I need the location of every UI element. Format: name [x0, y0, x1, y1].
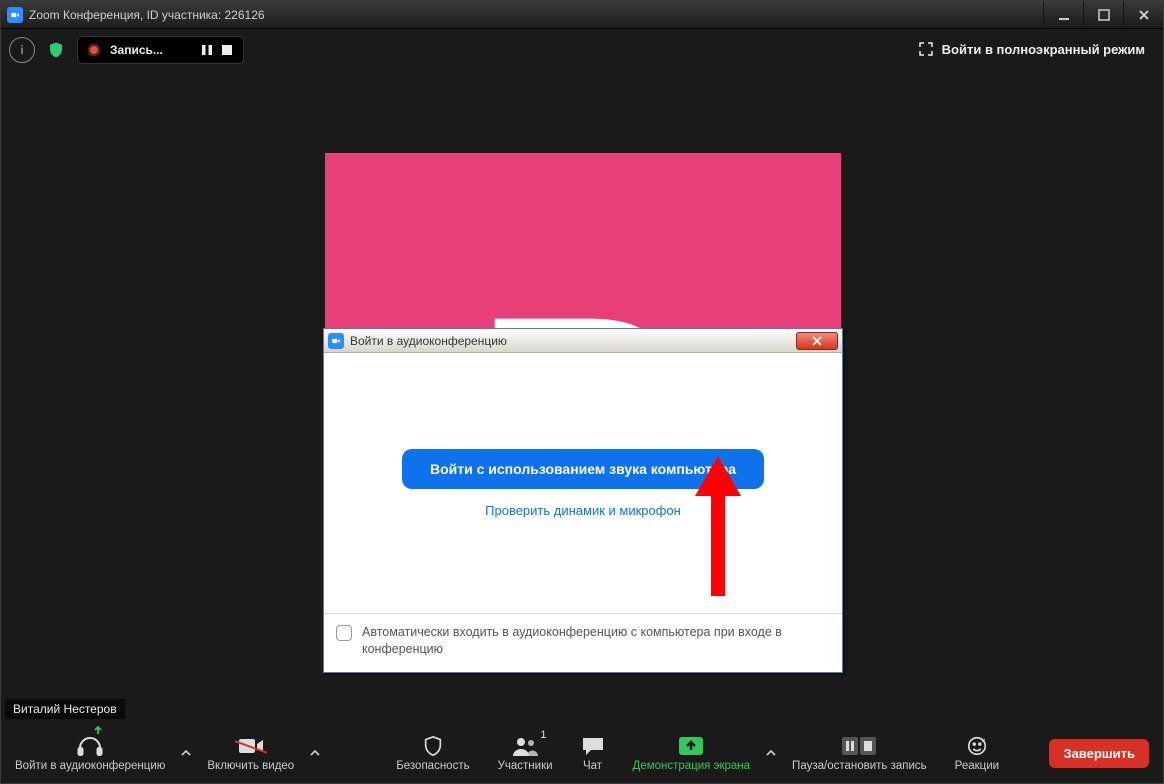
video-menu-caret[interactable] — [308, 748, 322, 758]
meeting-info-button[interactable]: i — [9, 37, 35, 63]
meeting-topbar: i Запись... Войти в полноэкранный режим — [1, 29, 1163, 71]
reactions-label: Реакции — [955, 760, 999, 772]
share-screen-icon — [678, 735, 704, 757]
end-meeting-button[interactable]: Завершить — [1049, 739, 1149, 768]
fullscreen-label: Войти в полноэкранный режим — [942, 42, 1145, 57]
share-menu-caret[interactable] — [764, 748, 778, 758]
join-audio-dialog: Войти в аудиоконференцию Войти с использ… — [323, 328, 843, 673]
recording-label: Запись... — [110, 43, 163, 57]
meeting-controls: Войти в аудиоконференцию Включить видео … — [1, 723, 1163, 783]
share-screen-label: Демонстрация экрана — [633, 760, 751, 772]
reactions-icon — [966, 735, 988, 757]
record-label: Пауза/остановить запись — [792, 760, 927, 772]
dialog-body: Войти с использованием звука компьютера … — [324, 353, 842, 672]
pause-stop-icon — [842, 735, 876, 757]
close-button[interactable] — [1123, 1, 1163, 28]
app-window: Zoom Конференция, ID участника: 226126 i… — [0, 0, 1164, 784]
zoom-app-icon — [7, 7, 23, 23]
dialog-title: Войти в аудиоконференцию — [350, 334, 507, 348]
chat-icon — [581, 735, 605, 757]
zoom-dialog-icon — [328, 333, 344, 349]
dialog-footer: Автоматически входить в аудиоконференцию… — [324, 613, 842, 672]
participants-button[interactable]: 1 Участники — [484, 723, 567, 783]
window-title: Zoom Конференция, ID участника: 226126 — [29, 8, 265, 22]
maximize-button[interactable] — [1083, 1, 1123, 28]
test-speaker-mic-link[interactable]: Проверить динамик и микрофон — [485, 503, 681, 518]
record-dot-icon — [88, 44, 100, 56]
start-video-button[interactable]: Включить видео — [193, 723, 308, 783]
join-audio-label: Войти в аудиоконференцию — [15, 760, 165, 772]
participants-count-badge: 1 — [540, 729, 546, 741]
fullscreen-icon — [918, 41, 934, 57]
pause-recording-button[interactable] — [201, 44, 213, 56]
join-computer-audio-button[interactable]: Войти с использованием звука компьютера — [402, 449, 764, 489]
video-off-icon — [238, 735, 264, 757]
dialog-close-button[interactable] — [796, 332, 838, 350]
stop-recording-button[interactable] — [221, 44, 233, 56]
auto-join-audio-checkbox[interactable] — [336, 625, 352, 641]
security-label: Безопасность — [396, 760, 469, 772]
recording-indicator: Запись... — [77, 36, 244, 64]
chat-button[interactable]: Чат — [567, 723, 619, 783]
participant-name-label: Виталий Нестеров — [5, 699, 125, 719]
dialog-titlebar: Войти в аудиоконференцию — [324, 329, 842, 353]
headphones-icon — [77, 735, 103, 757]
window-controls — [1043, 1, 1163, 28]
chat-label: Чат — [583, 760, 602, 772]
minimize-button[interactable] — [1043, 1, 1083, 28]
participants-label: Участники — [498, 760, 553, 772]
shield-icon — [422, 735, 444, 757]
encryption-shield-icon[interactable] — [43, 37, 69, 63]
audio-menu-caret[interactable] — [179, 748, 193, 758]
pause-stop-record-button[interactable]: Пауза/остановить запись — [778, 723, 941, 783]
enter-fullscreen-button[interactable]: Войти в полноэкранный режим — [912, 37, 1151, 61]
share-screen-button[interactable]: Демонстрация экрана — [619, 723, 765, 783]
security-button[interactable]: Безопасность — [382, 723, 483, 783]
reactions-button[interactable]: Реакции — [941, 723, 1013, 783]
titlebar: Zoom Конференция, ID участника: 226126 — [1, 1, 1163, 29]
participants-icon — [512, 735, 538, 757]
auto-join-audio-label: Автоматически входить в аудиоконференцию… — [362, 624, 830, 658]
start-video-label: Включить видео — [207, 760, 294, 772]
join-audio-button[interactable]: Войти в аудиоконференцию — [1, 723, 179, 783]
